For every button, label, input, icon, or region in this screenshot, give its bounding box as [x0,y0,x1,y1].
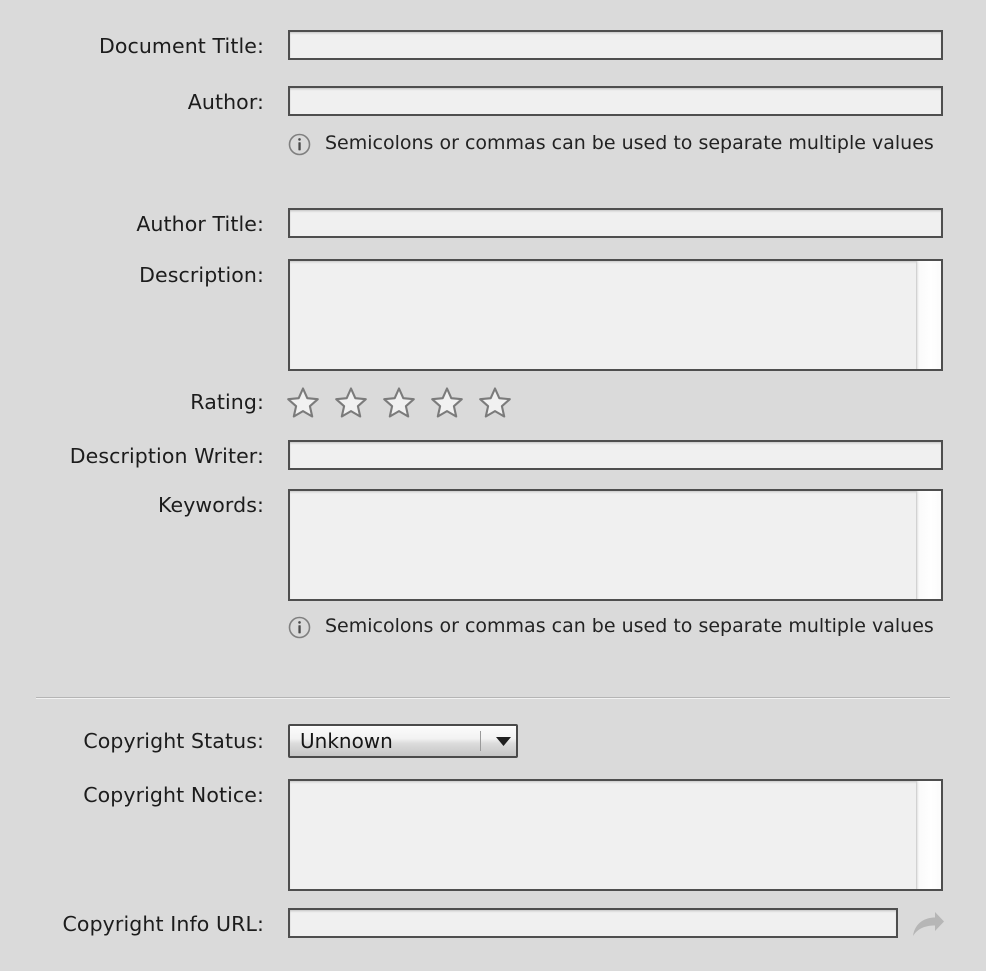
author-hint: Semicolons or commas can be used to sepa… [288,131,945,160]
label-copyright-notice: Copyright Notice: [83,783,264,807]
field-row-author: Author: [0,86,986,118]
description-textarea-wrap [288,259,943,371]
field-row-copyright-info-url: Copyright Info URL: [0,908,986,940]
label-copyright-status: Copyright Status: [83,729,264,753]
field-row-rating: Rating: [0,386,986,422]
rating-star-5[interactable] [478,386,512,423]
field-row-copyright-notice: Copyright Notice: [0,779,986,891]
copyright-notice-textarea-wrap [288,779,943,891]
chevron-down-icon [490,736,516,747]
section-separator [36,697,950,699]
field-row-author-title: Author Title: [0,208,986,240]
keywords-hint: Semicolons or commas can be used to sepa… [288,614,945,643]
keywords-textarea-wrap [288,489,943,601]
copyright-notice-scrollbar[interactable] [916,781,941,889]
label-document-title: Document Title: [98,34,264,58]
keywords-hint-text: Semicolons or commas can be used to sepa… [325,615,934,637]
label-copyright-info-url: Copyright Info URL: [62,912,264,936]
copyright-info-url-input[interactable] [288,908,898,938]
label-keywords: Keywords: [157,493,264,517]
author-hint-text: Semicolons or commas can be used to sepa… [325,132,934,154]
field-row-document-title: Document Title: [0,30,986,62]
field-row-description-writer: Description Writer: [0,440,986,472]
label-author-title: Author Title: [136,212,264,236]
keywords-textarea[interactable] [290,491,916,599]
description-writer-input[interactable] [288,440,943,470]
rating-star-3[interactable] [382,386,416,423]
copyright-notice-textarea[interactable] [290,781,916,889]
metadata-form-panel: Document Title: Author: Semicolons or co… [0,0,986,971]
label-description: Description: [139,263,264,287]
rating-star-1[interactable] [286,386,320,423]
document-title-input[interactable] [288,30,943,60]
rating-star-4[interactable] [430,386,464,423]
description-scrollbar[interactable] [916,261,941,369]
info-icon [288,616,311,643]
field-row-description: Description: [0,259,986,371]
go-arrow-icon[interactable] [910,910,946,944]
rating-star-2[interactable] [334,386,368,423]
keywords-scrollbar[interactable] [916,491,941,599]
rating-stars[interactable] [286,386,512,423]
field-row-keywords: Keywords: [0,489,986,601]
author-title-input[interactable] [288,208,943,238]
label-rating: Rating: [190,390,264,414]
dropdown-divider [480,731,481,751]
field-row-copyright-status: Copyright Status: Unknown [0,724,986,760]
info-icon [288,133,311,160]
label-author: Author: [187,90,264,114]
label-description-writer: Description Writer: [69,444,264,468]
author-input[interactable] [288,86,943,116]
copyright-status-value: Unknown [300,729,393,753]
description-textarea[interactable] [290,261,916,369]
copyright-status-dropdown[interactable]: Unknown [288,724,518,758]
